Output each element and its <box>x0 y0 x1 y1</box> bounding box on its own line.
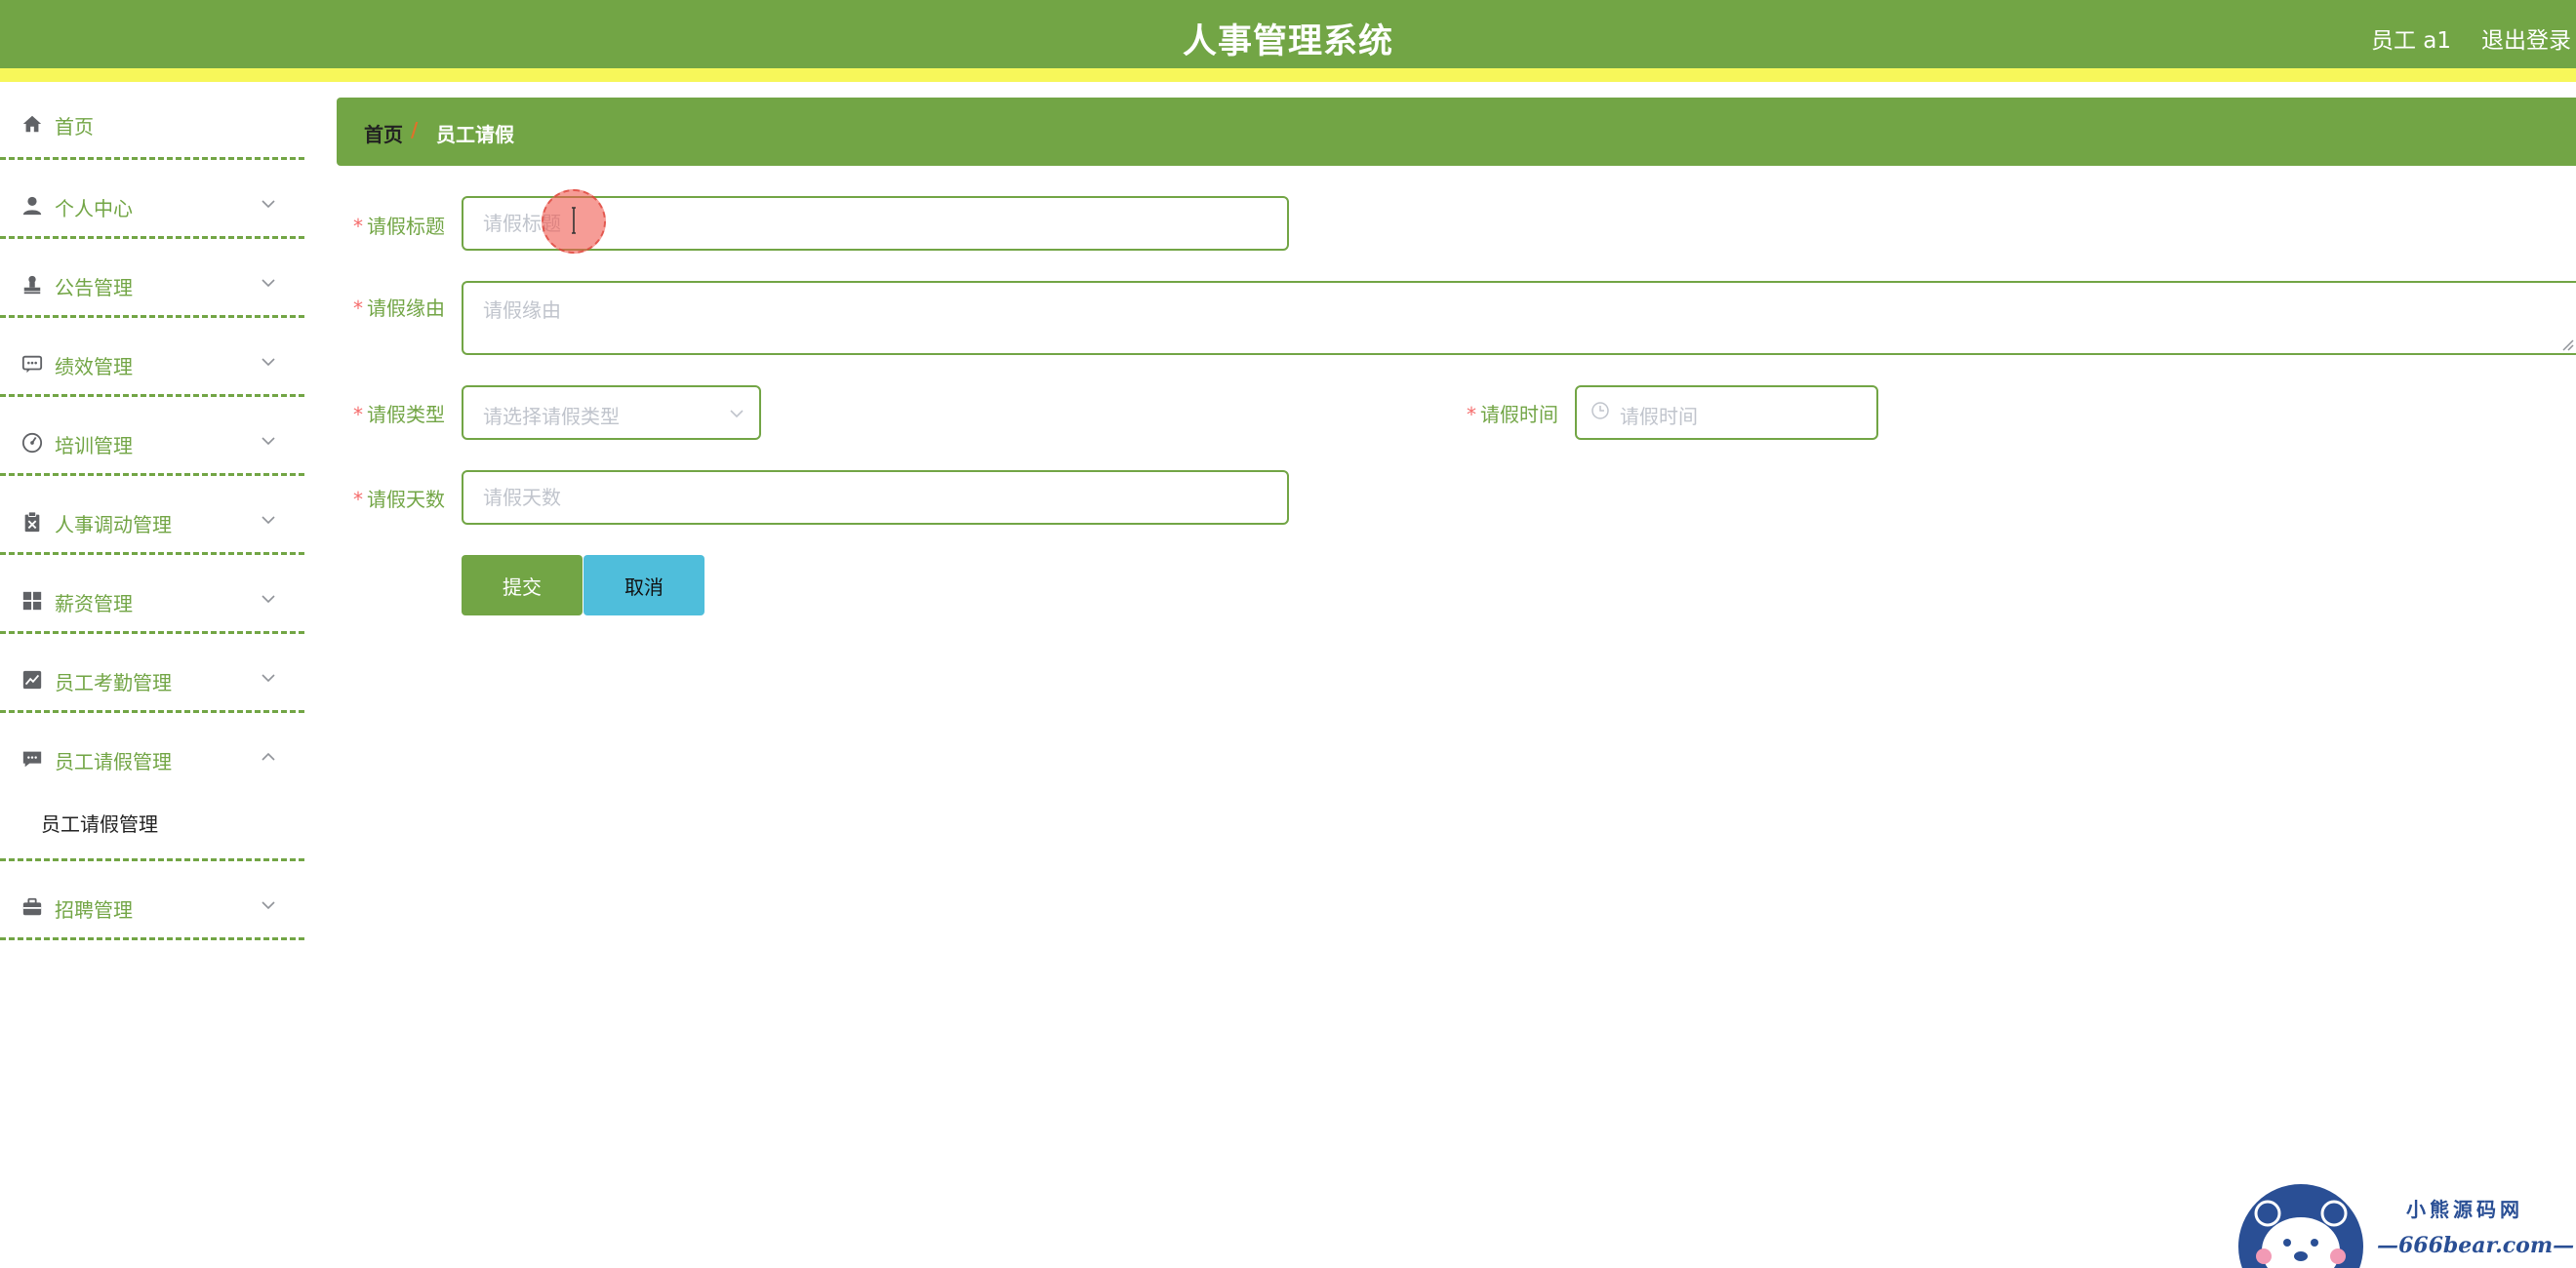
clipboard-icon <box>24 511 40 533</box>
chevron-down-icon <box>262 901 275 910</box>
leave-days-field <box>462 470 1289 525</box>
sidebar-item-label: 首页 <box>55 115 94 139</box>
breadcrumb-home[interactable]: 首页 <box>364 119 403 147</box>
leave-reason-label: * 请假缘由 <box>353 293 445 321</box>
chevron-down-icon <box>262 437 275 446</box>
sidebar-item-label: 培训管理 <box>55 434 133 457</box>
sidebar-item-home[interactable]: 首页 <box>0 96 304 160</box>
cancel-button[interactable]: 取消 <box>584 555 704 615</box>
sidebar-item-performance[interactable]: 绩效管理 <box>0 318 304 397</box>
required-mark: * <box>353 215 363 238</box>
chevron-up-icon <box>262 752 275 761</box>
sidebar-item-salary[interactable]: 薪资管理 <box>0 555 304 634</box>
chevron-down-icon <box>262 200 275 209</box>
chevron-down-icon <box>262 674 275 683</box>
text-cursor-icon <box>572 207 576 234</box>
sidebar-item-announcement[interactable]: 公告管理 <box>0 239 304 318</box>
briefcase-icon <box>22 897 42 916</box>
required-mark: * <box>353 297 363 320</box>
leave-days-input[interactable] <box>463 472 1287 523</box>
resize-grip-icon[interactable] <box>2560 337 2574 351</box>
leave-type-label-text: 请假类型 <box>367 403 445 426</box>
sidebar-subitem-leave-management[interactable]: 员工请假管理 <box>41 809 158 837</box>
gauge-icon <box>21 432 43 454</box>
sidebar-item-leave[interactable]: 员工请假管理 <box>0 713 304 783</box>
clock-icon <box>1591 402 1609 419</box>
chevron-down-icon <box>262 595 275 604</box>
app-title: 人事管理系统 <box>1182 22 1393 61</box>
stamp-icon <box>23 275 41 295</box>
chevron-down-icon <box>262 516 275 525</box>
submit-button[interactable]: 提交 <box>462 555 583 615</box>
user-icon <box>22 196 42 216</box>
sidebar-item-label: 人事调动管理 <box>55 513 172 536</box>
required-mark: * <box>1467 403 1476 426</box>
sidebar-menu: 首页 个人中心 公告管理 绩效管理 培训管理 人事调动管理 薪资管理 员工考勤管… <box>0 96 304 940</box>
top-header: 人事管理系统 员工 a1 退出登录 <box>0 0 2576 82</box>
required-mark: * <box>353 403 363 426</box>
leave-type-select[interactable]: 请选择请假类型 <box>462 385 761 440</box>
sidebar-item-transfer[interactable]: 人事调动管理 <box>0 476 304 555</box>
breadcrumb: 首页 / 员工请假 <box>337 98 2576 166</box>
chevron-down-icon <box>262 358 275 367</box>
leave-reason-field <box>462 281 2576 355</box>
watermark-title: 小熊源码网 <box>2406 1198 2523 1221</box>
sidebar-item-label: 薪资管理 <box>55 592 133 615</box>
leave-reason-label-text: 请假缘由 <box>367 297 445 320</box>
leave-time-label-text: 请假时间 <box>1480 403 1558 426</box>
breadcrumb-current: 员工请假 <box>436 123 514 146</box>
chevron-down-icon <box>262 279 275 288</box>
sidebar-item-training[interactable]: 培训管理 <box>0 397 304 476</box>
leave-time-label: * 请假时间 <box>1467 399 1558 427</box>
leave-title-label: * 请假标题 <box>353 211 445 239</box>
grid-icon <box>22 591 42 611</box>
leave-title-label-text: 请假标题 <box>367 215 445 238</box>
leave-reason-textarea[interactable] <box>463 283 2576 353</box>
leave-type-placeholder: 请选择请假类型 <box>483 405 620 428</box>
home-icon <box>22 115 42 133</box>
sidebar-item-label: 员工请假管理 <box>55 750 172 773</box>
sidebar-submenu-leave: 员工请假管理 <box>0 783 304 861</box>
message-icon <box>22 751 42 768</box>
sidebar-item-label: 绩效管理 <box>55 355 133 378</box>
required-mark: * <box>353 488 363 511</box>
chat-dots-icon <box>21 355 43 374</box>
sidebar-item-label: 招聘管理 <box>55 898 133 922</box>
sidebar-item-label: 个人中心 <box>55 197 133 220</box>
chevron-down-icon <box>730 410 744 418</box>
sidebar-item-attendance[interactable]: 员工考勤管理 <box>0 634 304 713</box>
watermark-url: —666bear.com— <box>2377 1233 2575 1258</box>
current-user: 员工 a1 <box>2370 28 2451 54</box>
sidebar-item-label: 公告管理 <box>55 276 133 299</box>
sidebar-item-label: 员工考勤管理 <box>55 671 172 694</box>
leave-time-picker[interactable]: 请假时间 <box>1575 385 1878 440</box>
chart-line-icon <box>22 670 42 690</box>
leave-days-label: * 请假天数 <box>353 484 445 512</box>
leave-days-label-text: 请假天数 <box>367 488 445 511</box>
breadcrumb-separator: / <box>411 118 419 141</box>
logout-link[interactable]: 退出登录 <box>2481 21 2571 55</box>
leave-time-placeholder: 请假时间 <box>1620 405 1698 428</box>
leave-type-label: * 请假类型 <box>353 399 445 427</box>
sidebar-item-recruitment[interactable]: 招聘管理 <box>0 861 304 940</box>
sidebar-item-personal-center[interactable]: 个人中心 <box>0 160 304 239</box>
